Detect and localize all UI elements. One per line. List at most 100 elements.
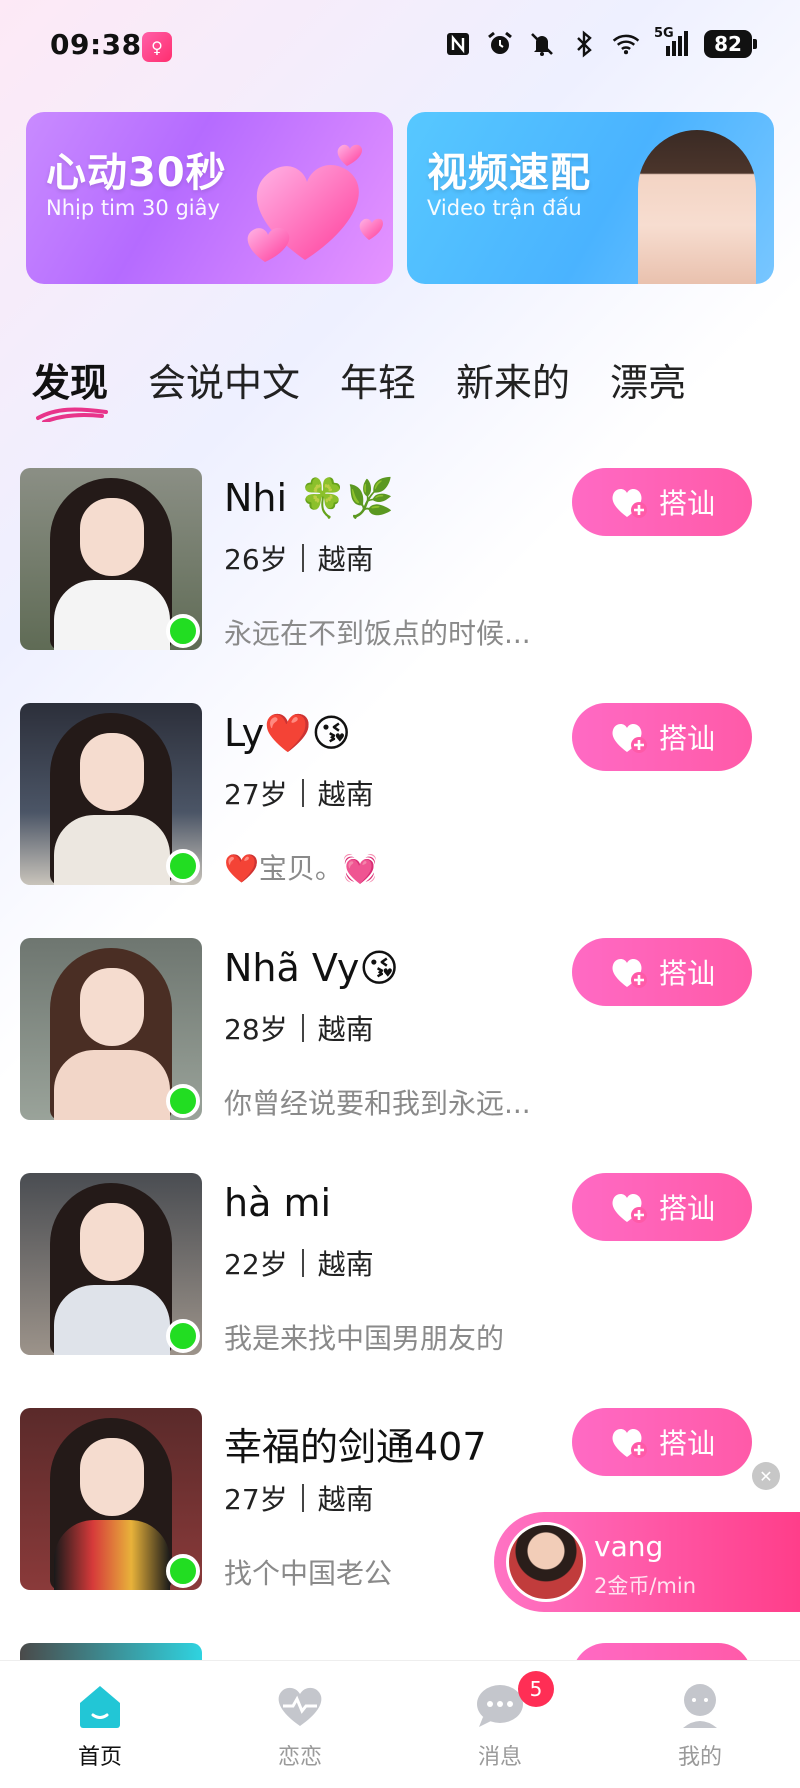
user-country: 越南 <box>317 1483 374 1516</box>
status-icons: 5G 82 <box>444 26 757 58</box>
category-tabs: 发现 会说中文 年轻 新来的 漂亮 <box>32 352 800 422</box>
user-list: Nhi 🍀🌿 26岁 越南 永远在不到饭点的时候... 搭讪 Ly❤️😘 27岁… <box>0 468 800 1683</box>
greet-label: 搭讪 <box>658 487 715 520</box>
network-type: 5G <box>654 26 674 41</box>
alarm-icon <box>486 30 514 58</box>
user-country: 越南 <box>317 1013 374 1046</box>
video-match-banner[interactable]: 视频速配 Video trận đấu <box>407 112 774 284</box>
user-name: hà mi <box>224 1181 332 1225</box>
greet-label: 搭讪 <box>658 1192 715 1225</box>
greet-label: 搭讪 <box>658 1427 715 1460</box>
mute-icon <box>528 30 556 58</box>
nav-label: 消息 <box>477 1745 522 1770</box>
user-age: 26岁 <box>224 543 288 576</box>
nav-label: 首页 <box>77 1745 122 1770</box>
greet-button[interactable]: 搭讪 <box>572 468 752 536</box>
close-icon[interactable]: ✕ <box>752 1462 780 1490</box>
unread-badge: 5 <box>518 1671 554 1707</box>
nav-label: 恋恋 <box>277 1745 322 1770</box>
heart-plus-icon <box>612 1429 647 1458</box>
battery-indicator: 82 <box>704 30 757 58</box>
nav-home[interactable]: 首页 <box>0 1661 200 1788</box>
user-name: Nhi 🍀🌿 <box>224 476 394 520</box>
divider <box>301 544 304 572</box>
user-age: 27岁 <box>224 1483 288 1516</box>
user-meta: 27岁 越南 <box>224 773 374 813</box>
greet-button[interactable]: 搭讪 <box>572 938 752 1006</box>
heartbeat-30s-banner[interactable]: 心动30秒 Nhịp tim 30 giây <box>26 112 393 284</box>
user-bio: 找个中国老公 <box>224 1557 393 1590</box>
user-name: Nhã Vy😘 <box>224 946 399 990</box>
greet-label: 搭讪 <box>658 722 715 755</box>
banner-title: 视频速配 <box>427 150 591 196</box>
user-country: 越南 <box>317 543 374 576</box>
tab-young[interactable]: 年轻 <box>340 352 416 422</box>
user-name: 幸福的剑通407 <box>224 1425 487 1469</box>
online-status-dot <box>166 849 200 883</box>
nav-label: 我的 <box>677 1745 722 1770</box>
user-bio: ❤️宝贝。💓 <box>224 852 378 885</box>
online-status-dot <box>166 1319 200 1353</box>
banner-title: 心动30秒 <box>46 150 227 196</box>
caller-avatar <box>506 1522 586 1602</box>
user-meta: 22岁 越南 <box>224 1243 374 1283</box>
heart-plus-icon <box>612 489 647 518</box>
heart-plus-icon <box>612 724 647 753</box>
feature-banners: 心动30秒 Nhịp tim 30 giây 视频速配 Video trận đ… <box>26 112 774 284</box>
user-country: 越南 <box>317 778 374 811</box>
profile-icon <box>675 1681 725 1731</box>
online-status-dot <box>166 614 200 648</box>
user-name: Ly❤️😘 <box>224 711 352 755</box>
banner-model-image <box>638 130 756 284</box>
divider <box>301 1014 304 1042</box>
user-bio: 我是来找中国男朋友的 <box>224 1322 505 1355</box>
heart-plus-icon <box>612 959 647 988</box>
caller-name: vang <box>594 1530 664 1563</box>
greet-label: 搭讪 <box>658 957 715 990</box>
tab-discover[interactable]: 发现 <box>32 352 108 422</box>
list-item[interactable]: Ly❤️😘 27岁 越南 ❤️宝贝。💓 搭讪 <box>0 703 800 938</box>
nfc-icon <box>444 30 472 58</box>
list-item[interactable]: Nhã Vy😘 28岁 越南 你曾经说要和我到永远... 搭讪 <box>0 938 800 1173</box>
hearts-icon <box>247 144 383 262</box>
user-meta: 28岁 越南 <box>224 1008 374 1048</box>
heartbeat-icon <box>275 1681 325 1731</box>
user-meta: 26岁 越南 <box>224 538 374 578</box>
tab-new[interactable]: 新来的 <box>456 352 570 422</box>
divider <box>301 779 304 807</box>
user-age: 22岁 <box>224 1248 288 1281</box>
nav-messages[interactable]: 消息 5 <box>400 1661 600 1788</box>
user-age: 28岁 <box>224 1013 288 1046</box>
banner-subtitle: Video trận đấu <box>427 196 582 220</box>
status-time: 09:38 <box>50 28 142 61</box>
tab-label: 发现 <box>32 361 109 405</box>
bluetooth-icon <box>570 30 598 58</box>
nav-profile[interactable]: 我的 <box>600 1661 800 1788</box>
list-item[interactable]: hà mi 22岁 越南 我是来找中国男朋友的 搭讪 <box>0 1173 800 1408</box>
active-tab-underline <box>36 407 108 422</box>
signal-icon: 5G <box>654 26 690 58</box>
online-status-dot <box>166 1554 200 1588</box>
call-rate: 2金币/min <box>594 1574 697 1598</box>
divider <box>301 1484 304 1512</box>
app-notification-icon: ♀ <box>142 32 172 62</box>
user-bio: 永远在不到饭点的时候... <box>224 617 531 650</box>
user-country: 越南 <box>317 1248 374 1281</box>
heart-plus-icon <box>612 1194 647 1223</box>
bottom-nav: 首页 恋恋 消息 5 我的 <box>0 1660 800 1788</box>
video-call-card[interactable]: vang 2金币/min <box>494 1512 800 1612</box>
tab-speaks-chinese[interactable]: 会说中文 <box>148 352 300 422</box>
list-item[interactable]: Nhi 🍀🌿 26岁 越南 永远在不到饭点的时候... 搭讪 <box>0 468 800 703</box>
greet-button[interactable]: 搭讪 <box>572 1173 752 1241</box>
greet-button[interactable]: 搭讪 <box>572 1408 752 1476</box>
tab-pretty[interactable]: 漂亮 <box>610 352 686 422</box>
user-meta: 27岁 越南 <box>224 1478 374 1518</box>
banner-subtitle: Nhịp tim 30 giây <box>46 196 220 220</box>
status-bar: 09:38 ♀ 5G 82 <box>0 0 800 96</box>
user-bio: 你曾经说要和我到永远... <box>224 1087 531 1120</box>
greet-button[interactable]: 搭讪 <box>572 703 752 771</box>
divider <box>301 1249 304 1277</box>
nav-love[interactable]: 恋恋 <box>200 1661 400 1788</box>
wifi-icon <box>612 30 640 58</box>
user-age: 27岁 <box>224 778 288 811</box>
